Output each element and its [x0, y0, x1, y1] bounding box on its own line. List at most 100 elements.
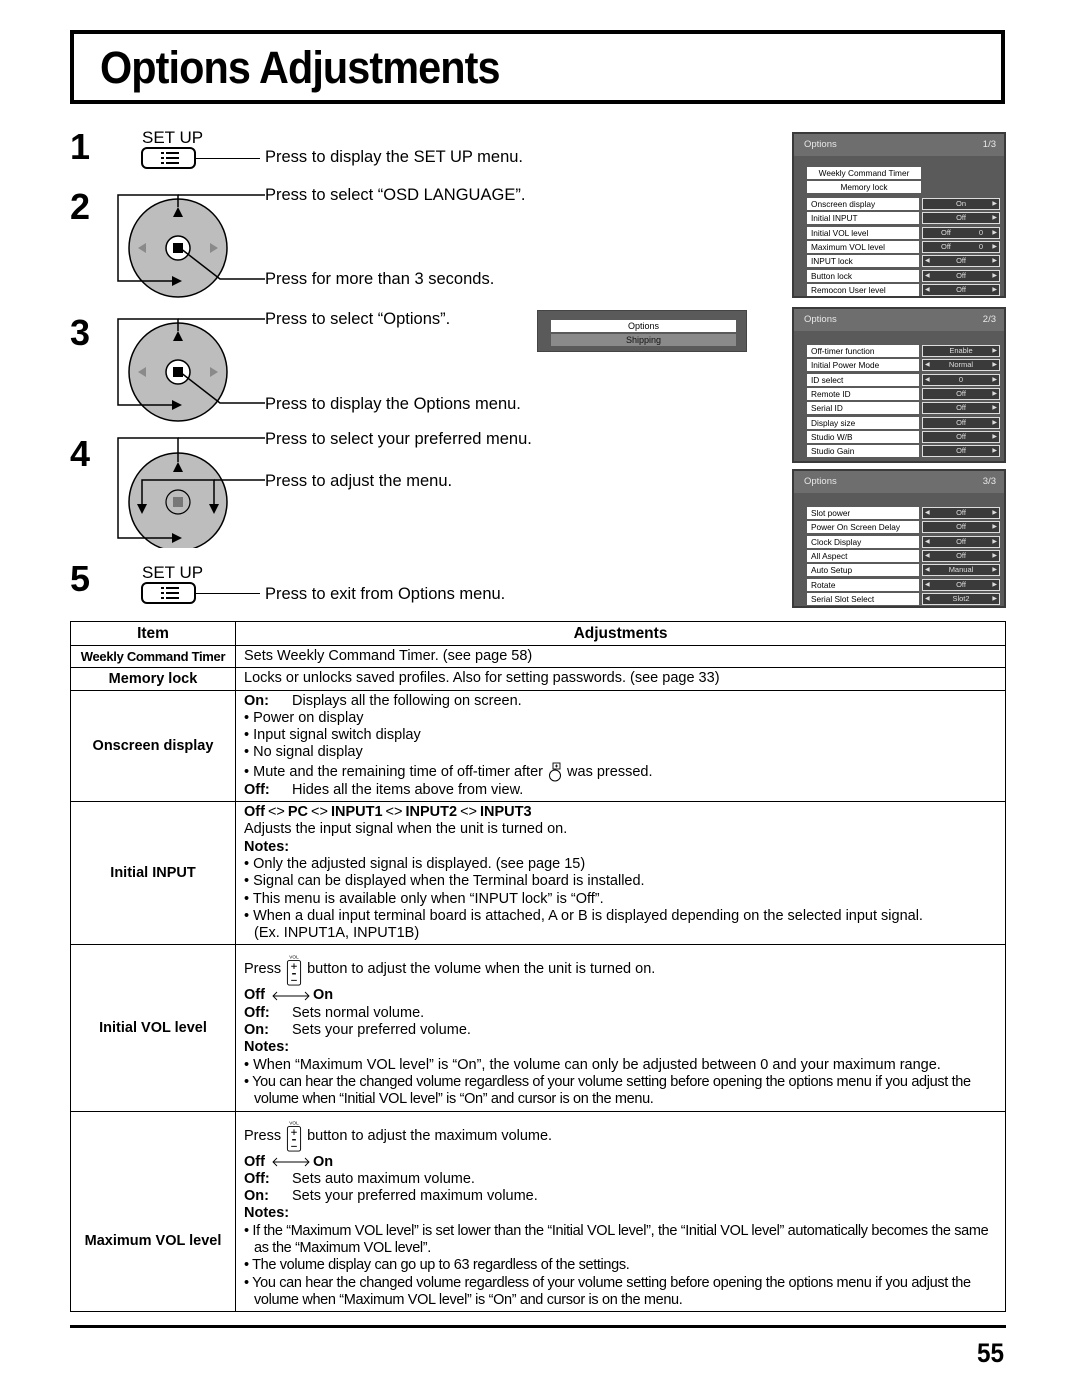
- osd-page-indicator: 2/3: [982, 314, 996, 325]
- right-arrow-icon: ▶: [992, 258, 997, 265]
- osd-title: Options: [804, 139, 837, 150]
- osd-row-label: Clock Display: [807, 535, 919, 548]
- osd-options-page-3: Options 3/3 Slot power ◀ Off ▶ Power On Screen…: [792, 469, 1006, 608]
- desc-onscreen-display: On: Displays all the following on screen.…: [235, 689, 1006, 803]
- svg-text:VOL: VOL: [289, 954, 299, 959]
- right-arrow-icon: ▶: [992, 348, 997, 354]
- right-arrow-icon: ▶: [992, 229, 997, 236]
- table-header-row: Item Adjustments: [70, 621, 1006, 646]
- osd-row-value[interactable]: Off ▶: [922, 445, 1000, 458]
- osd-menu-row[interactable]: Button lock ◀ Off ▶: [807, 269, 1000, 282]
- table-row: Maximum VOL level Press VOL button to ad…: [70, 1110, 1006, 1313]
- osd-row-value[interactable]: ◀ Off ▶: [922, 549, 1000, 562]
- osd-menu-row[interactable]: Remote ID Off ▶: [807, 387, 1000, 400]
- svg-text:VOL: VOL: [289, 1120, 299, 1125]
- right-arrow-icon: ▶: [992, 215, 997, 222]
- osd-row-value[interactable]: Off ▶: [922, 430, 1000, 443]
- osd-row-value[interactable]: Off 0 ▶: [922, 240, 1000, 253]
- leader-line: [196, 158, 260, 159]
- osd-row-label: Initial VOL level: [807, 226, 919, 239]
- step-3-instruction-display: Press to display the Options menu.: [265, 395, 521, 413]
- osd-menu-row[interactable]: Power On Screen Delay Off ▶: [807, 521, 1000, 534]
- osd-menu-row[interactable]: Rotate ◀ Off ▶: [807, 578, 1000, 591]
- column-header-adjustments: Adjustments: [235, 621, 1006, 646]
- submenu-item-shipping[interactable]: Shipping: [551, 334, 736, 346]
- osd-row-value[interactable]: Off ▶: [922, 387, 1000, 400]
- osd-row-value[interactable]: ◀ Slot2 ▶: [922, 592, 1000, 605]
- osd-row-value[interactable]: ◀ Off ▶: [922, 578, 1000, 591]
- osd-row-value[interactable]: ◀ Off ▶: [922, 269, 1000, 282]
- osd-row-value[interactable]: Off ▶: [922, 416, 1000, 429]
- osd-menu-row[interactable]: Serial Slot Select ◀ Slot2 ▶: [807, 592, 1000, 605]
- options-shipping-submenu: Options Shipping: [537, 310, 747, 352]
- osd-row-value[interactable]: ◀ 0 ▶: [922, 373, 1000, 386]
- osd-row-value[interactable]: Off ▶: [922, 521, 1000, 534]
- setup-button-exit[interactable]: [141, 582, 196, 604]
- osd-row-label: Serial ID: [807, 402, 919, 415]
- osd-menu-row[interactable]: Remocon User level ◀ Off ▶: [807, 283, 1000, 296]
- osd-header: Options 3/3: [794, 471, 1004, 493]
- osd-menu-row[interactable]: Maximum VOL level Off 0 ▶: [807, 240, 1000, 253]
- osd-menu-row[interactable]: Onscreen display On ▶: [807, 198, 1000, 210]
- osd-header-item-label: Memory lock: [807, 180, 921, 193]
- bullet-item: • No signal display: [244, 744, 363, 761]
- osd-menu-row[interactable]: Auto Setup ◀ Manual ▶: [807, 564, 1000, 577]
- step-4-instruction-adjust: Press to adjust the menu.: [265, 472, 453, 490]
- dpad-diagram-step2: [117, 194, 265, 298]
- submenu-item-options[interactable]: Options: [551, 320, 736, 332]
- osd-menu-row[interactable]: Initial VOL level Off 0 ▶: [807, 226, 1000, 239]
- osd-menu-row[interactable]: Studio W/B Off ▶: [807, 430, 1000, 443]
- osd-row-value[interactable]: Off ▶: [922, 402, 1000, 415]
- osd-header: Options 1/3: [794, 134, 1004, 156]
- osd-row-label: ID select: [807, 373, 919, 386]
- osd-row-label: Initial Power Mode: [807, 359, 919, 372]
- bullet-item: • Power on display: [244, 709, 364, 726]
- dpad-diagram-step3: [117, 318, 265, 422]
- osd-menu-row[interactable]: INPUT lock ◀ Off ▶: [807, 255, 1000, 268]
- item-initial-input: Initial INPUT: [70, 801, 236, 946]
- osd-row-label: Button lock: [807, 269, 919, 282]
- osd-menu-row[interactable]: All Aspect ◀ Off ▶: [807, 549, 1000, 562]
- desc-weekly-command-timer: Sets Weekly Command Timer. (see page 58): [235, 644, 1006, 669]
- setup-button[interactable]: [141, 147, 196, 169]
- osd-menu-row[interactable]: Display size Off ▶: [807, 416, 1000, 429]
- right-arrow-icon: ▶: [992, 390, 997, 397]
- setup-button-label: SET UP: [142, 563, 204, 582]
- osd-row-value[interactable]: ◀ Off ▶: [922, 507, 1000, 519]
- osd-menu-row[interactable]: Clock Display ◀ Off ▶: [807, 535, 1000, 548]
- osd-row-value[interactable]: ◀ Normal ▶: [922, 359, 1000, 372]
- on-label: On:: [244, 692, 269, 709]
- osd-menu-row[interactable]: Slot power ◀ Off ▶: [807, 507, 1000, 519]
- osd-header-item[interactable]: Memory lock: [807, 180, 924, 193]
- osd-menu-row[interactable]: ID select ◀ 0 ▶: [807, 373, 1000, 386]
- osd-menu-row[interactable]: Serial ID Off ▶: [807, 402, 1000, 415]
- osd-menu-row[interactable]: Off-timer function Enable ▶: [807, 345, 1000, 357]
- osd-row-label: Maximum VOL level: [807, 240, 919, 253]
- osd-menu-row[interactable]: Initial INPUT Off ▶: [807, 212, 1000, 225]
- left-arrow-icon: ◀: [925, 552, 930, 559]
- volume-button-icon: VOL: [287, 1120, 302, 1152]
- step-number-4: 4: [70, 433, 91, 474]
- osd-row-value[interactable]: ◀ Manual ▶: [922, 564, 1000, 577]
- table-row: Initial VOL level Press VOL button to ad…: [70, 944, 1006, 1112]
- note-example: (Ex. INPUT1A, INPUT1B): [254, 925, 420, 942]
- osd-row-value[interactable]: Off ▶: [922, 212, 1000, 225]
- osd-menu-row[interactable]: Studio Gain Off ▶: [807, 445, 1000, 458]
- osd-row-value[interactable]: On ▶: [922, 198, 1000, 210]
- osd-row-value[interactable]: ◀ Off ▶: [922, 255, 1000, 268]
- osd-row-value[interactable]: ◀ Off ▶: [922, 283, 1000, 296]
- osd-row-value[interactable]: Off 0 ▶: [922, 226, 1000, 239]
- osd-row-value[interactable]: Enable ▶: [922, 345, 1000, 357]
- item-weekly-command-timer: Weekly Command Timer: [70, 644, 236, 669]
- menu-list-icon: [161, 587, 179, 599]
- left-arrow-icon: ◀: [925, 272, 930, 279]
- right-arrow-icon: ▶: [992, 552, 997, 559]
- osd-header-item[interactable]: Weekly Command Timer: [807, 167, 924, 179]
- osd-menu-row[interactable]: Initial Power Mode ◀ Normal ▶: [807, 359, 1000, 372]
- osd-row-label: Onscreen display: [807, 198, 919, 210]
- bullet-item: • Input signal switch display: [244, 727, 421, 744]
- setup-button-label: SET UP: [142, 128, 204, 147]
- adjustments-table: Item Adjustments Weekly Command Timer Se…: [70, 621, 1006, 1313]
- step-3-instruction-select: Press to select “Options”.: [265, 310, 451, 328]
- osd-row-value[interactable]: ◀ Off ▶: [922, 535, 1000, 548]
